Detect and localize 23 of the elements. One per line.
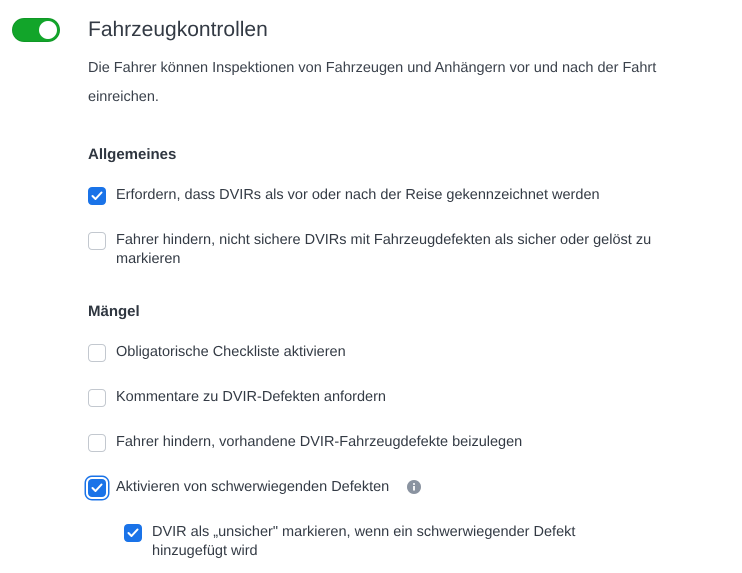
option-label: Fahrer hindern, vorhandene DVIR-Fahrzeugdefekte beizulegen — [116, 433, 522, 452]
info-icon[interactable] — [407, 480, 422, 494]
option-label: Obligatorische Checkliste aktivieren — [116, 343, 346, 362]
toggle-switch[interactable] — [12, 18, 60, 42]
option-label: Aktivieren von schwerwiegenden Defekten — [116, 478, 390, 497]
checkbox[interactable] — [124, 524, 142, 542]
checkbox[interactable] — [88, 434, 106, 452]
checkbox[interactable] — [88, 187, 106, 205]
check-icon — [127, 528, 139, 538]
section-heading: Mängel — [88, 303, 141, 320]
section-heading: Allgemeines — [88, 146, 178, 163]
check-icon — [91, 191, 103, 201]
option-label: Fahrer hindern, nicht sichere DVIRs mit Fahrzeugdefekten als sicher oder gelöst zu markieren — [116, 231, 652, 269]
check-icon — [91, 483, 103, 493]
description: Die Fahrer können Inspektionen von Fahrzeugen und Anhängern vor und nach der Fahrt einreichen. — [88, 59, 658, 107]
checkbox[interactable] — [88, 232, 106, 250]
checkbox[interactable] — [88, 389, 106, 407]
option-label: Kommentare zu DVIR-Defekten anfordern — [116, 388, 386, 407]
option-label: DVIR als „unsicher" markieren, wenn ein schwerwiegender Defekt hinzugefügt wird — [152, 523, 576, 561]
checkbox[interactable] — [88, 344, 106, 362]
section-title: Fahrzeugkontrollen — [88, 18, 268, 42]
checkbox[interactable] — [88, 479, 106, 497]
option-label: Erfordern, dass DVIRs als vor oder nach der Reise gekennzeichnet werden — [116, 186, 600, 205]
